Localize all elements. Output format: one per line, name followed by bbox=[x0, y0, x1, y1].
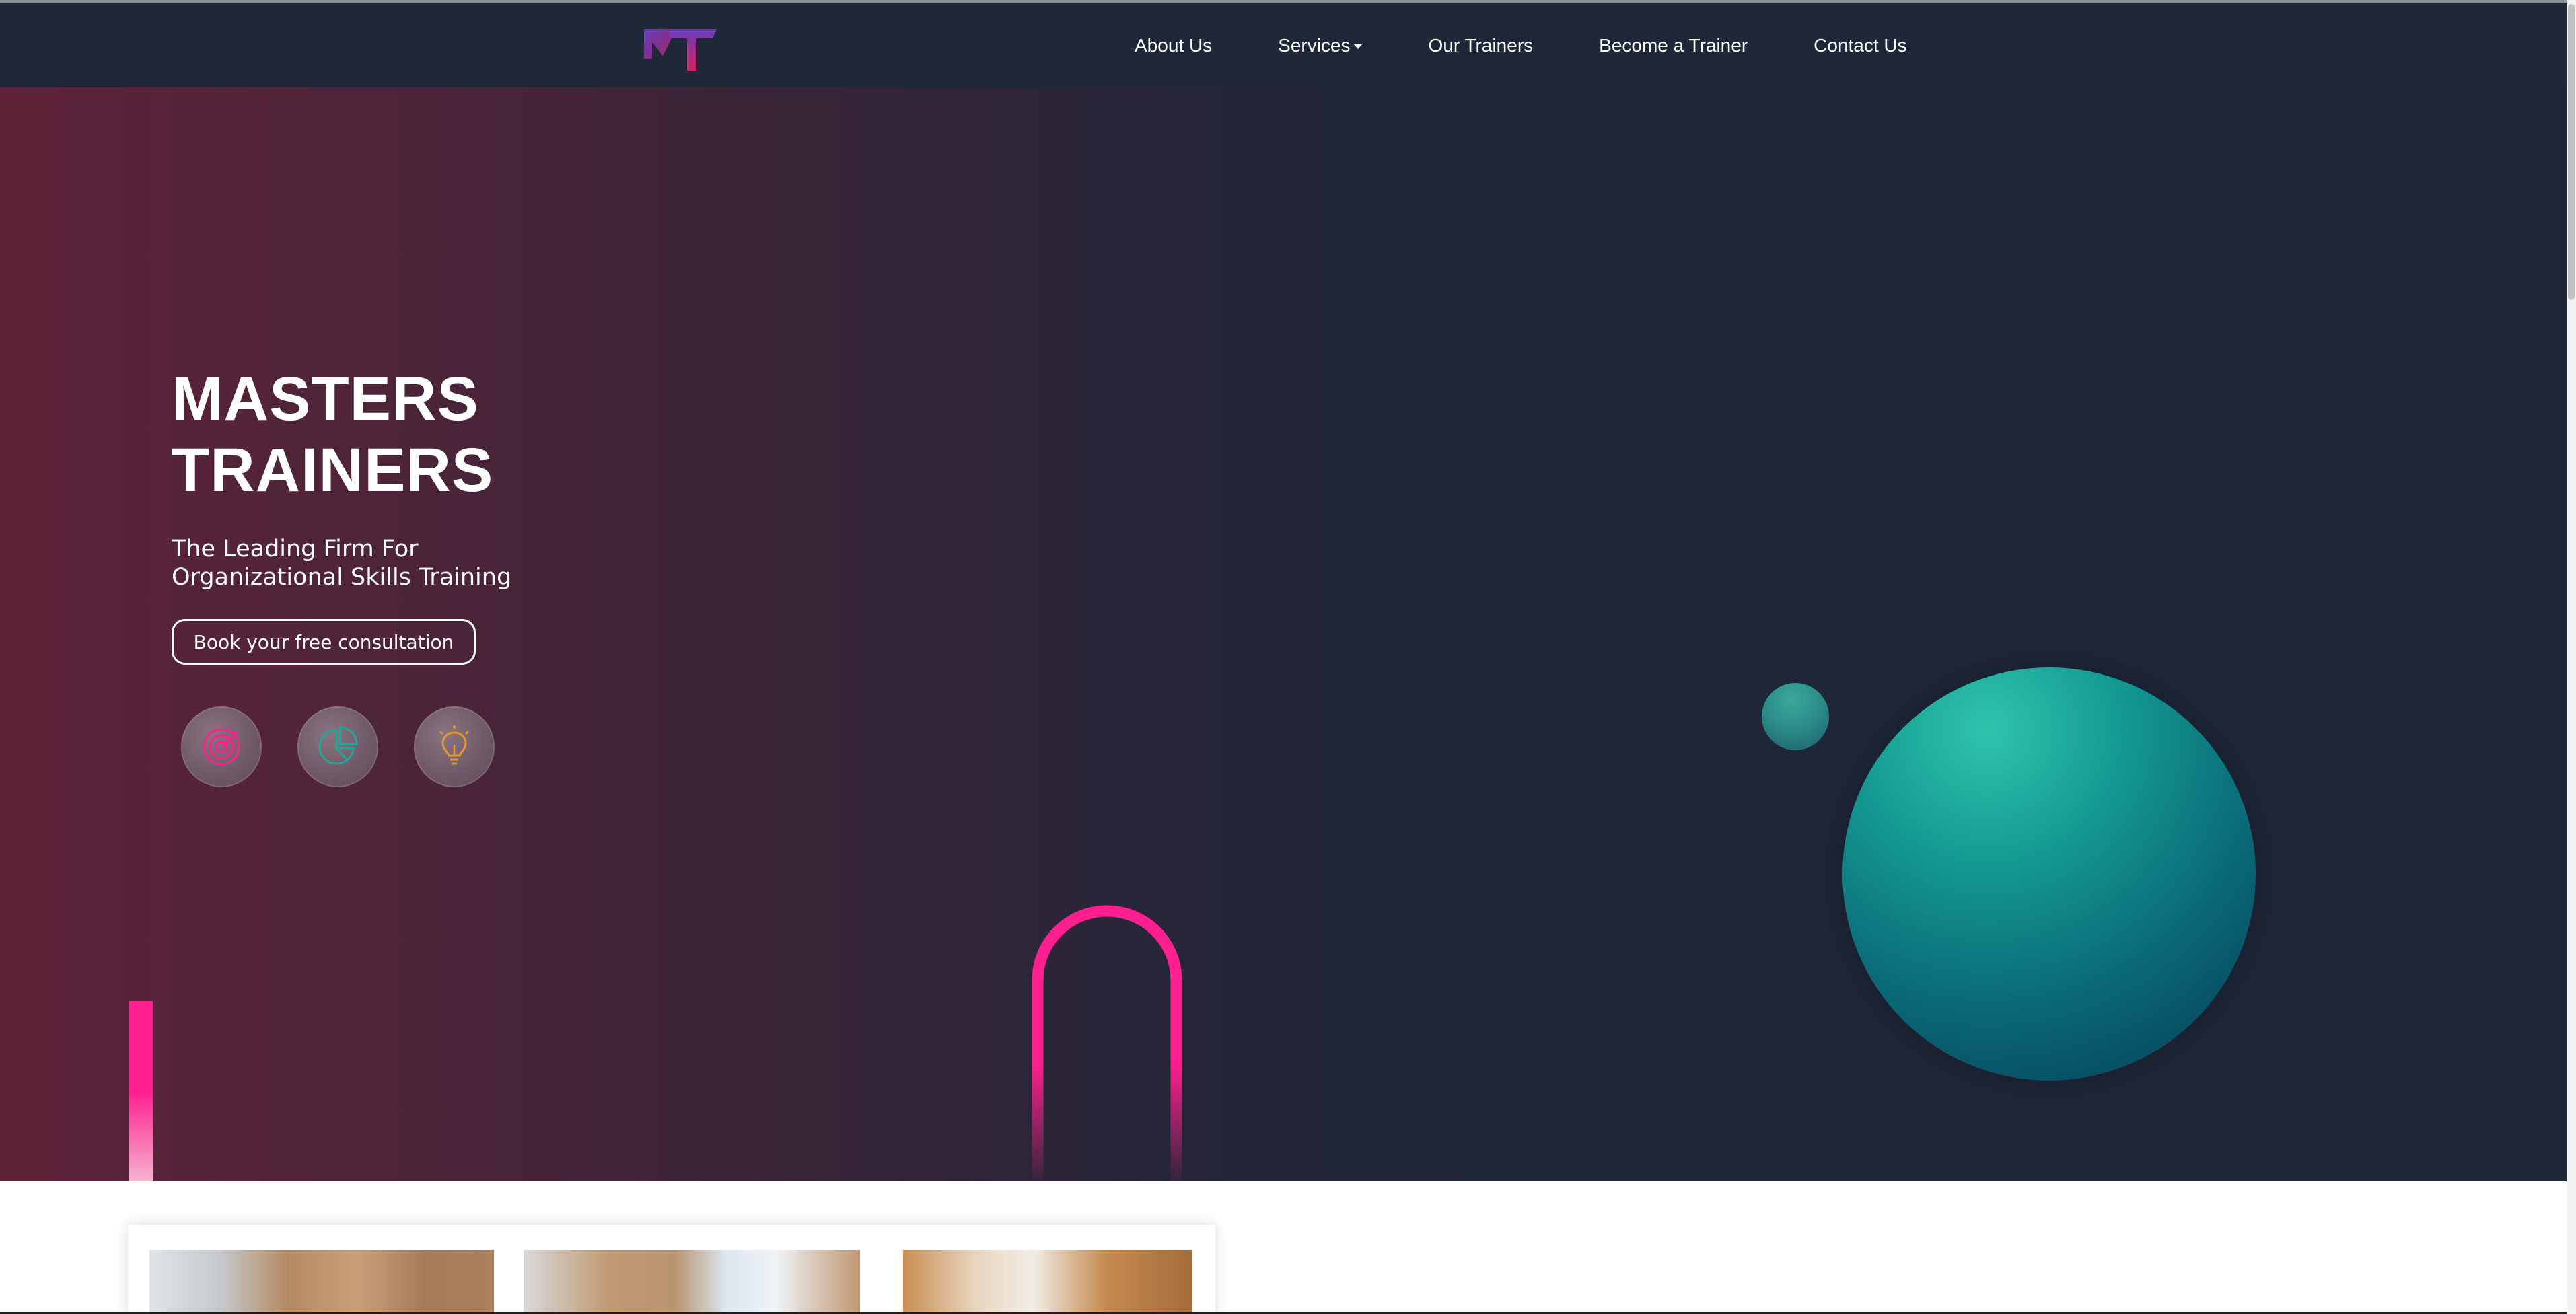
hero-title-line-2: TRAINERS bbox=[172, 436, 494, 505]
nav-services-label: Services bbox=[1278, 34, 1351, 56]
training-photo-3 bbox=[903, 1250, 1192, 1314]
hero-subtitle-line-2: Organizational Skills Training bbox=[172, 564, 512, 591]
lightbulb-icon bbox=[414, 706, 495, 787]
decorative-small-sphere bbox=[1762, 683, 1829, 750]
navbar: About Us Services Our Trainers Become a … bbox=[0, 3, 2567, 87]
nav-about-us[interactable]: About Us bbox=[1135, 35, 1212, 57]
target-icon bbox=[181, 706, 262, 787]
hero-subtitle-line-1: The Leading Firm For bbox=[172, 536, 419, 562]
hero-subtitle: The Leading Firm For Organizational Skil… bbox=[172, 535, 575, 591]
hero-title-line-1: MASTERS bbox=[172, 365, 479, 433]
hero-section: MASTERS TRAINERS The Leading Firm For Or… bbox=[0, 87, 2567, 1181]
caret-down-icon bbox=[1353, 43, 1363, 49]
training-photo-2 bbox=[524, 1250, 860, 1314]
site-logo[interactable] bbox=[643, 24, 723, 72]
nav-become-a-trainer[interactable]: Become a Trainer bbox=[1599, 35, 1748, 57]
nav-services[interactable]: Services bbox=[1278, 34, 1363, 57]
mt-logo-icon bbox=[644, 29, 717, 71]
decorative-large-sphere bbox=[1842, 667, 2256, 1081]
nav-links: About Us Services Our Trainers Become a … bbox=[1135, 3, 1907, 87]
pie-chart-icon bbox=[297, 706, 378, 787]
decorative-pink-arch bbox=[1032, 905, 1182, 1181]
nav-contact-us[interactable]: Contact Us bbox=[1814, 35, 1907, 57]
page: About Us Services Our Trainers Become a … bbox=[0, 0, 2576, 1314]
nav-our-trainers[interactable]: Our Trainers bbox=[1429, 35, 1534, 57]
training-photo-1 bbox=[149, 1250, 494, 1314]
book-consultation-button[interactable]: Book your free consultation bbox=[172, 619, 476, 665]
vertical-scrollbar-thumb[interactable] bbox=[2568, 4, 2575, 300]
decorative-pink-bar bbox=[129, 1001, 153, 1181]
hero-title: MASTERS TRAINERS bbox=[172, 363, 493, 506]
